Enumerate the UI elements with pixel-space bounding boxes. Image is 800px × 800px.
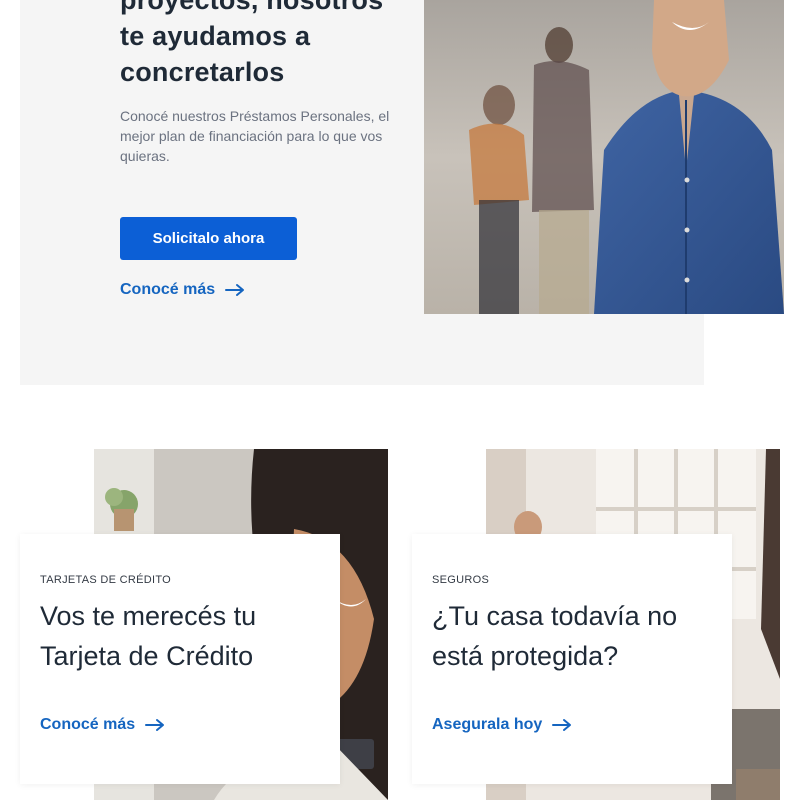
- hero-title: proyectos, nosotros te ayudamos a concre…: [120, 0, 410, 90]
- card-link-label: Conocé más: [40, 716, 136, 733]
- hero-title-line: concretarlos: [120, 57, 285, 87]
- credit-card-conoce-mas-link[interactable]: Conocé más: [40, 716, 165, 734]
- hero-title-line: proyectos, nosotros: [120, 0, 384, 15]
- card-link-label: Asegurala hoy: [432, 716, 543, 733]
- man-smiling-photo: [424, 0, 784, 314]
- hero-link-label: Conocé más: [120, 281, 216, 298]
- home-insurance-promo-card: SEGUROS ¿Tu casa todavía no está protegi…: [412, 534, 732, 784]
- card-category: SEGUROS: [432, 574, 490, 586]
- hero-photo-man-smiling: [424, 0, 784, 314]
- credit-card-promo-card: TARJETAS DE CRÉDITO Vos te merecés tu Ta…: [20, 534, 340, 784]
- asegurala-hoy-link[interactable]: Asegurala hoy: [432, 716, 572, 734]
- solicitalo-ahora-button[interactable]: Solicitalo ahora: [120, 217, 297, 260]
- hero-title-line: te ayudamos a: [120, 21, 311, 51]
- arrow-right-icon: [225, 284, 245, 296]
- arrow-right-icon: [552, 719, 572, 731]
- card-category: TARJETAS DE CRÉDITO: [40, 574, 171, 586]
- card-title: ¿Tu casa todavía no está protegida?: [432, 601, 678, 671]
- hero-conoce-mas-link[interactable]: Conocé más: [120, 281, 245, 299]
- arrow-right-icon: [145, 719, 165, 731]
- card-title: Vos te merecés tu Tarjeta de Crédito: [40, 601, 257, 671]
- hero-description: Conocé nuestros Préstamos Personales, el…: [120, 108, 390, 164]
